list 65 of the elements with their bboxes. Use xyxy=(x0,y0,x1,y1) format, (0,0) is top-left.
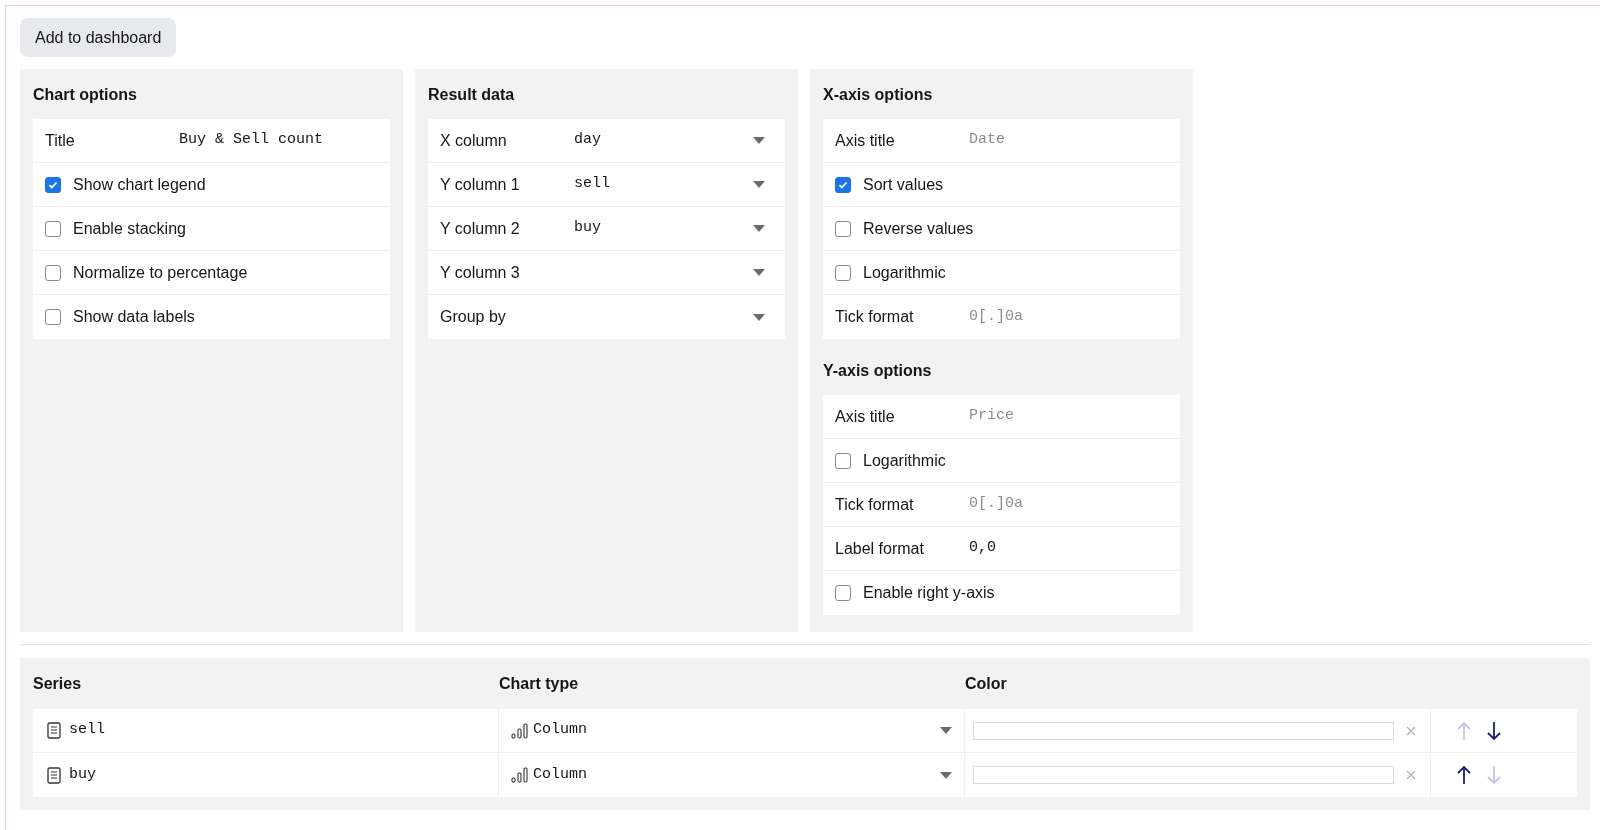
select-field[interactable]: buy xyxy=(574,207,773,250)
input-field[interactable]: Buy & Sell count xyxy=(179,129,378,152)
add-to-dashboard-button[interactable]: Add to dashboard xyxy=(20,18,177,57)
checkbox-option[interactable]: Enable right y-axis xyxy=(835,581,995,605)
checkbox[interactable] xyxy=(835,452,851,469)
checkbox[interactable] xyxy=(835,220,851,237)
caret-icon xyxy=(753,225,765,232)
field-label: Group by xyxy=(440,307,507,327)
caret-icon xyxy=(753,181,765,188)
field-label: X column xyxy=(440,130,508,151)
checkbox-option[interactable]: Logarithmic xyxy=(835,448,946,473)
chart-type-select[interactable]: Column xyxy=(499,753,965,797)
checkbox[interactable] xyxy=(45,220,61,237)
field-label: Axis title xyxy=(835,406,896,427)
series-name: sell xyxy=(69,720,105,741)
bar-chart-icon xyxy=(511,767,529,783)
document-icon xyxy=(47,722,61,739)
checkbox[interactable] xyxy=(45,264,61,281)
color-input[interactable] xyxy=(973,721,1394,740)
checkbox[interactable] xyxy=(835,264,851,281)
checkbox-option[interactable]: Logarithmic xyxy=(835,260,946,285)
checkbox[interactable] xyxy=(835,585,851,601)
column-header: Series xyxy=(33,674,83,694)
checkbox-option[interactable]: Show chart legend xyxy=(45,172,206,197)
checkbox[interactable] xyxy=(835,176,851,193)
panel-heading: Chart options xyxy=(33,85,138,105)
checkbox[interactable] xyxy=(45,176,61,193)
color-input[interactable] xyxy=(973,766,1394,784)
input-field[interactable]: Date xyxy=(969,129,1168,152)
checkbox-option[interactable]: Normalize to percentage xyxy=(45,260,248,285)
clear-icon[interactable] xyxy=(1406,770,1416,780)
document-icon xyxy=(47,766,61,784)
field-label: Tick format xyxy=(835,494,915,515)
column-header: Chart type xyxy=(499,674,580,694)
bar-chart-icon xyxy=(511,722,529,739)
input-field[interactable]: Price xyxy=(969,405,1168,428)
checkbox[interactable] xyxy=(45,309,61,325)
field-label: Y column 3 xyxy=(440,262,521,283)
caret-icon xyxy=(753,313,765,321)
caret-icon xyxy=(940,771,952,779)
select-field[interactable]: sell xyxy=(574,163,773,206)
input-field[interactable]: 0[.]0a xyxy=(969,305,1168,329)
checkbox-option[interactable]: Show data labels xyxy=(45,305,195,329)
panel-heading: X-axis options xyxy=(823,85,934,105)
checkbox-option[interactable]: Reverse values xyxy=(835,216,974,241)
clear-icon[interactable] xyxy=(1406,725,1416,736)
caret-icon xyxy=(753,269,765,276)
field-label: Label format xyxy=(835,538,925,559)
field-label: Y column 2 xyxy=(440,218,521,239)
select-field[interactable]: day xyxy=(574,119,773,162)
chart-type-select[interactable]: Column xyxy=(499,709,965,752)
checkbox-option[interactable]: Sort values xyxy=(835,172,944,197)
field-label: Tick format xyxy=(835,307,915,327)
column-header: Color xyxy=(965,674,1008,694)
field-label: Axis title xyxy=(835,130,896,151)
caret-icon xyxy=(753,137,765,144)
panel-heading: Y-axis options xyxy=(823,361,933,381)
caret-icon xyxy=(940,727,952,734)
field-label: Title xyxy=(45,130,76,151)
panel-heading: Result data xyxy=(428,85,516,105)
checkbox-option[interactable]: Enable stacking xyxy=(45,216,186,241)
series-name: buy xyxy=(69,764,96,785)
input-field[interactable]: 0[.]0a xyxy=(969,493,1168,516)
field-label: Y column 1 xyxy=(440,174,521,195)
input-field[interactable]: 0,0 xyxy=(969,537,1168,560)
